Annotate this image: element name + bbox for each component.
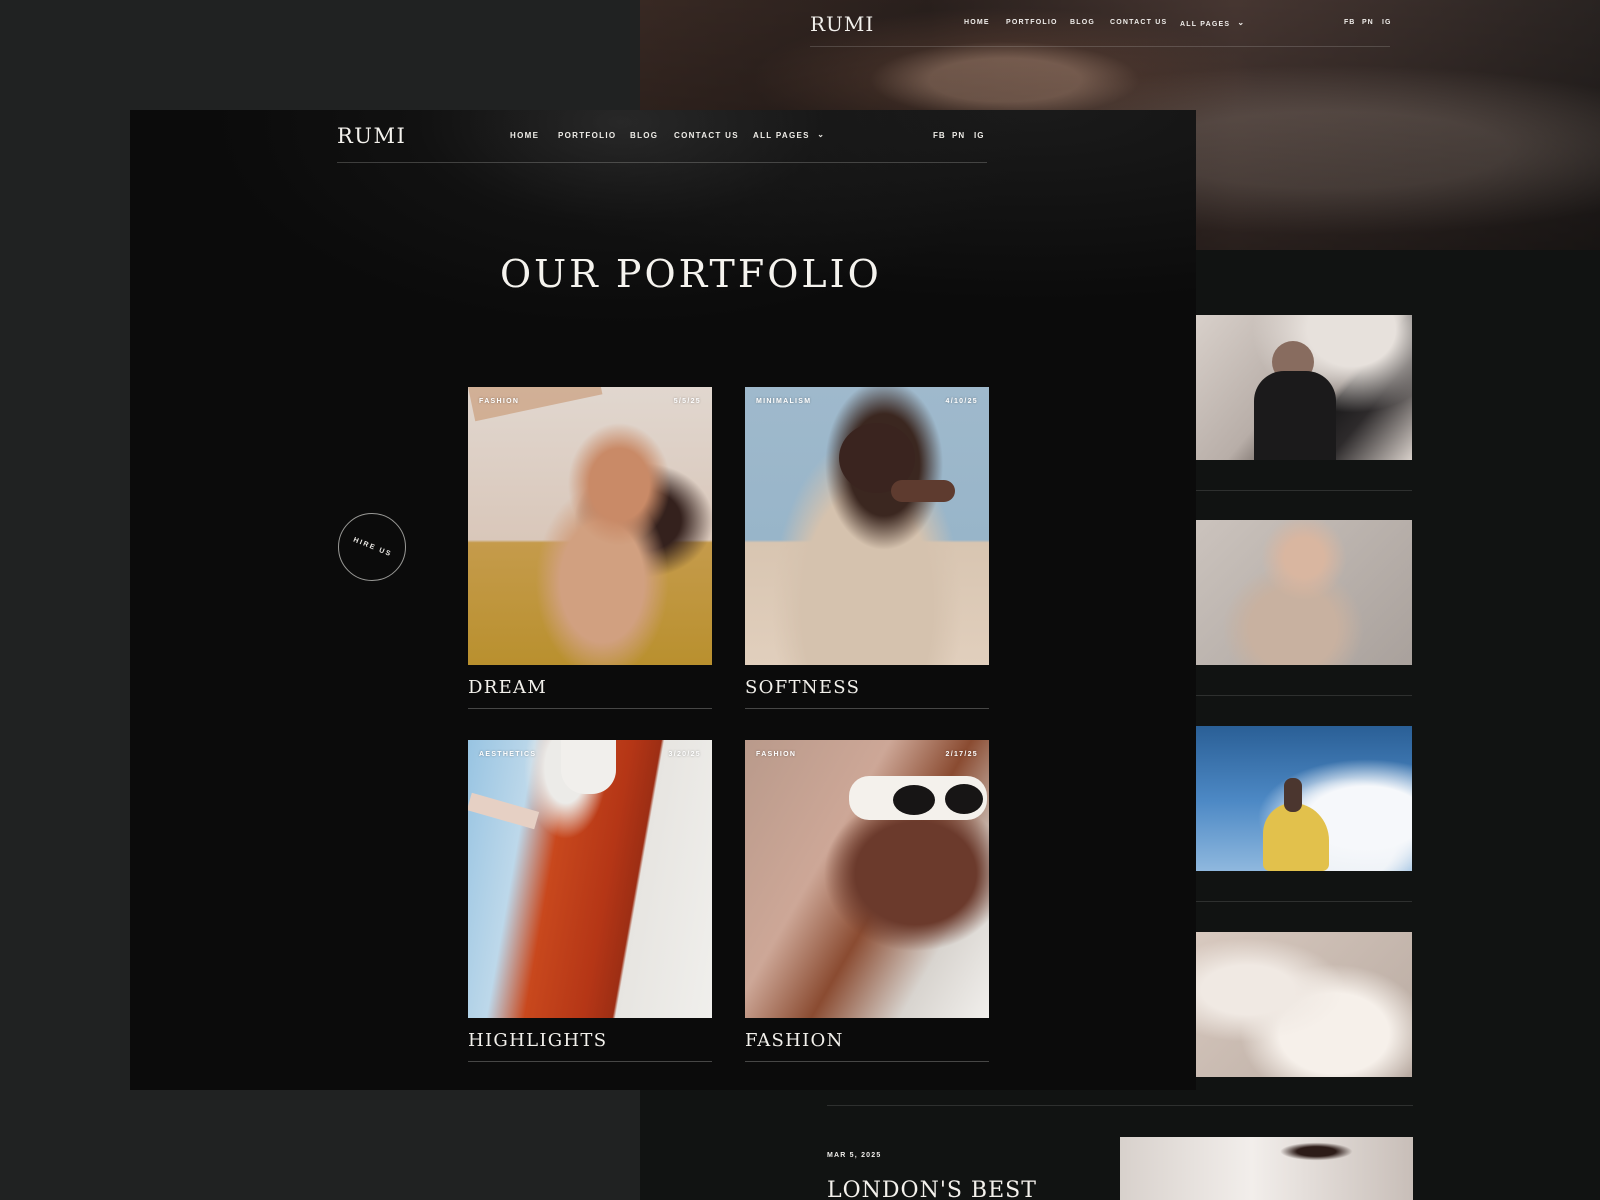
background-thumbnail-3[interactable] — [1196, 726, 1412, 871]
hire-us-label: HIRE US — [351, 536, 393, 558]
thumbnail-divider — [1196, 901, 1412, 902]
background-thumbnail-4[interactable] — [1196, 932, 1412, 1077]
portfolio-card-dream[interactable]: FASHION 5/5/25 DREAM — [468, 387, 712, 709]
card-category: AESTHETICS — [479, 751, 537, 758]
portfolio-image-dream[interactable]: FASHION 5/5/25 — [468, 387, 712, 665]
social-pn-link[interactable]: PN — [952, 131, 965, 140]
background-nav-all-pages[interactable]: ALL PAGES ⌄ — [1180, 18, 1246, 28]
background-nav-home[interactable]: HOME — [964, 19, 990, 26]
card-divider — [745, 708, 989, 709]
portfolio-image-fashion[interactable]: FASHION 2/17/25 — [745, 740, 989, 1018]
portfolio-card-fashion[interactable]: FASHION 2/17/25 FASHION — [745, 740, 989, 1062]
social-fb-link[interactable]: FB — [933, 131, 946, 140]
chevron-down-icon: ⌄ — [817, 130, 826, 139]
card-date: 4/10/25 — [945, 398, 978, 405]
card-category: FASHION — [479, 398, 520, 405]
card-date: 5/5/25 — [673, 398, 701, 405]
background-nav-blog[interactable]: BLOG — [1070, 19, 1095, 26]
social-ig-link[interactable]: IG — [974, 131, 984, 140]
background-nav-portfolio[interactable]: PORTFOLIO — [1006, 19, 1058, 26]
background-nav-all-pages-label: ALL PAGES — [1180, 21, 1231, 28]
background-social-ig[interactable]: IG — [1382, 19, 1391, 26]
nav-home[interactable]: HOME — [510, 131, 539, 140]
background-navigation: RUMI HOME PORTFOLIO BLOG CONTACT US ALL … — [810, 12, 1390, 47]
chevron-down-icon: ⌄ — [1237, 18, 1246, 27]
portfolio-image-highlights[interactable]: AESTHETICS 3/20/25 — [468, 740, 712, 1018]
hire-us-button[interactable]: HIRE US — [338, 513, 406, 581]
card-date: 2/17/25 — [945, 751, 978, 758]
main-navigation: RUMI HOME PORTFOLIO BLOG CONTACT US ALL … — [337, 110, 987, 163]
card-title[interactable]: DREAM — [468, 677, 712, 698]
nav-all-pages[interactable]: ALL PAGES ⌄ — [753, 130, 826, 140]
nav-portfolio[interactable]: PORTFOLIO — [558, 131, 616, 140]
card-divider — [745, 1061, 989, 1062]
nav-contact-us[interactable]: CONTACT US — [674, 131, 739, 140]
background-section-divider — [827, 1105, 1413, 1106]
card-title[interactable]: SOFTNESS — [745, 677, 989, 698]
background-thumbnail-2[interactable] — [1196, 520, 1412, 665]
page-title: OUR PORTFOLIO — [500, 252, 882, 296]
thumbnail-divider — [1196, 490, 1412, 491]
nav-all-pages-label: ALL PAGES — [753, 131, 810, 140]
portfolio-card-highlights[interactable]: AESTHETICS 3/20/25 HIGHLIGHTS — [468, 740, 712, 1062]
card-divider — [468, 708, 712, 709]
background-social-fb[interactable]: FB — [1344, 19, 1355, 26]
background-nav-contact[interactable]: CONTACT US — [1110, 19, 1167, 26]
background-logo[interactable]: RUMI — [810, 12, 874, 36]
card-divider — [468, 1061, 712, 1062]
card-title[interactable]: HIGHLIGHTS — [468, 1030, 712, 1051]
portfolio-image-softness[interactable]: MINIMALISM 4/10/25 — [745, 387, 989, 665]
thumbnail-divider — [1196, 695, 1412, 696]
portfolio-page: RUMI HOME PORTFOLIO BLOG CONTACT US ALL … — [130, 110, 1196, 1090]
background-thumbnail-1[interactable] — [1196, 315, 1412, 460]
background-post-date: MAR 5, 2025 — [827, 1152, 882, 1159]
background-social-pn[interactable]: PN — [1362, 19, 1374, 26]
portfolio-card-softness[interactable]: MINIMALISM 4/10/25 SOFTNESS — [745, 387, 989, 709]
card-category: FASHION — [756, 751, 797, 758]
card-category: MINIMALISM — [756, 398, 812, 405]
background-post-headline[interactable]: LONDON'S BEST — [827, 1178, 1037, 1200]
site-logo[interactable]: RUMI — [337, 124, 406, 148]
nav-blog[interactable]: BLOG — [630, 131, 658, 140]
card-title[interactable]: FASHION — [745, 1030, 989, 1051]
card-date: 3/20/25 — [668, 751, 701, 758]
background-post-image[interactable] — [1120, 1137, 1413, 1200]
